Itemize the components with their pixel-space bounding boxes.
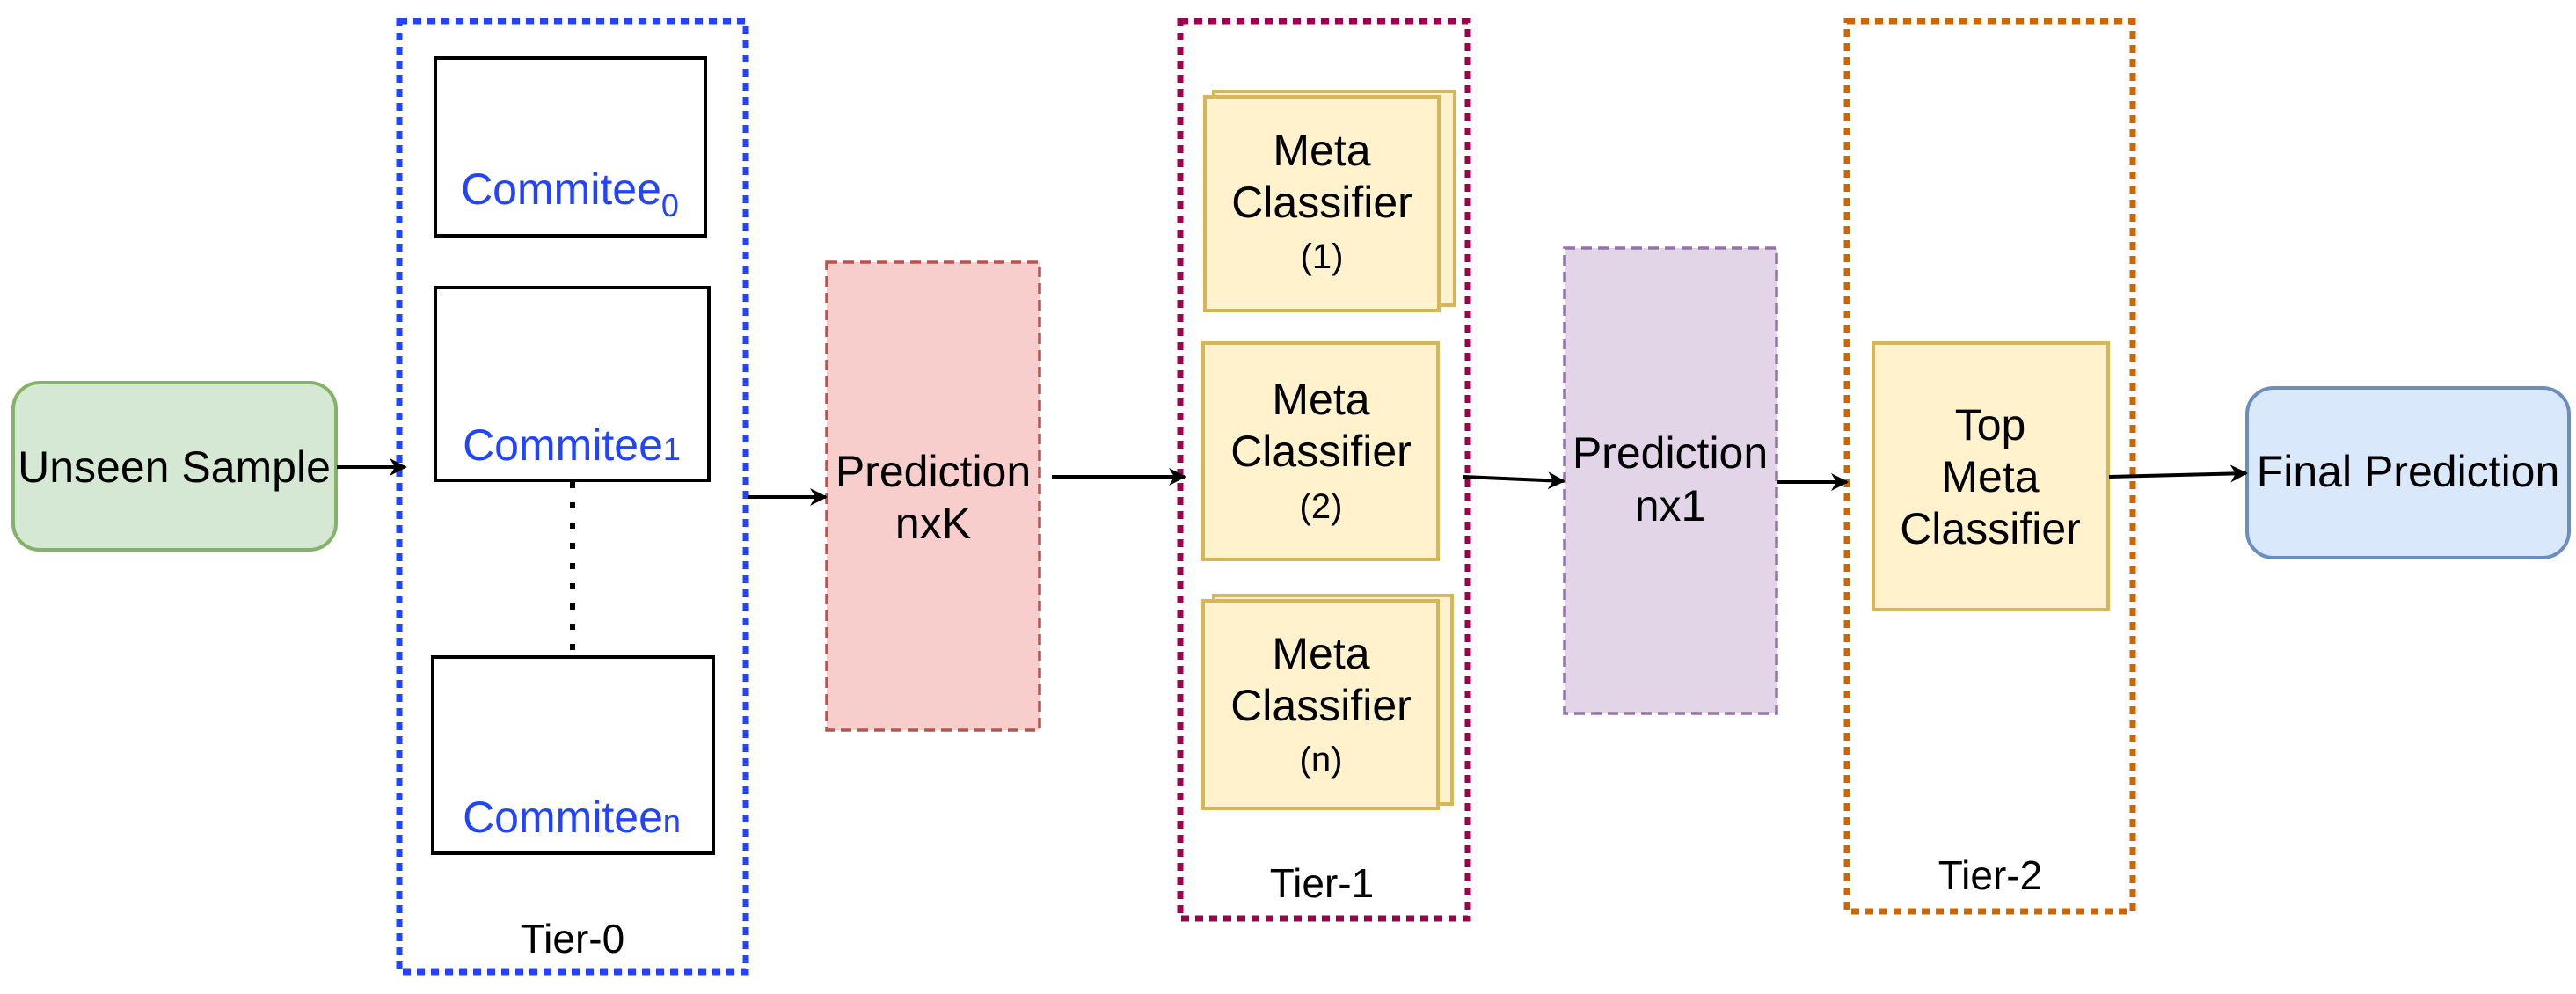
tier-2-group: Top Meta Classifier Tier-2: [1843, 18, 2136, 915]
meta-classifier-n-index: (n): [1300, 741, 1343, 779]
meta-classifier-2-line2: Classifier: [1230, 427, 1412, 476]
final-prediction-node[interactable]: Final Prediction: [2245, 386, 2571, 559]
prediction-nxk-line2: nxK: [895, 499, 971, 548]
committee-0-node[interactable]: Commitee0: [434, 56, 707, 238]
prediction-nx1-line2: nx1: [1635, 481, 1706, 530]
meta-classifier-n-node[interactable]: Meta Classifier (n): [1201, 594, 1454, 810]
committee-1-node[interactable]: Commitee1: [434, 286, 711, 482]
meta-classifier-2-line1: Meta: [1272, 375, 1369, 424]
meta-classifier-1-index: (1): [1301, 238, 1344, 276]
tier-2-label: Tier-2: [1938, 852, 2042, 898]
tier-1-label: Tier-1: [1270, 860, 1374, 906]
top-meta-classifier-line1: Top: [1955, 400, 2026, 449]
ensemble-diagram: Unseen Sample Commitee0 Commitee1 Commit…: [11, 18, 2571, 976]
meta-classifier-1-line2: Classifier: [1231, 178, 1412, 227]
meta-classifier-n-line1: Meta: [1272, 629, 1369, 678]
meta-classifier-1-node[interactable]: Meta Classifier (1): [1203, 90, 1456, 312]
committee-n-node[interactable]: Commiteen: [431, 655, 715, 855]
tier-0-group: Commitee0 Commitee1 Commiteen Tier-0: [396, 18, 749, 976]
final-prediction-label: Final Prediction: [2257, 447, 2560, 496]
tier-0-label: Tier-0: [521, 916, 624, 961]
meta-classifier-2-index: (2): [1300, 487, 1343, 526]
meta-classifier-1-line1: Meta: [1273, 126, 1370, 175]
meta-classifier-n-line2: Classifier: [1230, 681, 1412, 730]
prediction-nx1-node[interactable]: Prediction nx1: [1563, 246, 1778, 715]
tier-1-group: Meta Classifier (1) Meta Classifier (2) …: [1177, 18, 1471, 922]
edge-top-meta-to-final-prediction: [2108, 464, 2248, 483]
committee-1-label: Commitee1: [463, 420, 681, 470]
committee-n-label: Commiteen: [463, 793, 681, 842]
meta-classifier-2-node[interactable]: Meta Classifier (2): [1201, 341, 1440, 561]
top-meta-classifier-node[interactable]: Top Meta Classifier: [1872, 341, 2110, 611]
prediction-nxk-line1: Prediction: [836, 447, 1031, 496]
prediction-nxk-box: [825, 260, 1041, 732]
edge-tier1-to-prediction-nx1: [1463, 471, 1565, 490]
top-meta-classifier-line2: Meta: [1941, 452, 2039, 501]
unseen-sample-node[interactable]: Unseen Sample: [11, 381, 338, 552]
top-meta-classifier-line3: Classifier: [1900, 504, 2081, 553]
prediction-nx1-line1: Prediction: [1573, 428, 1768, 478]
unseen-sample-label: Unseen Sample: [18, 442, 331, 492]
prediction-nxk-node[interactable]: Prediction nxK: [825, 260, 1041, 732]
